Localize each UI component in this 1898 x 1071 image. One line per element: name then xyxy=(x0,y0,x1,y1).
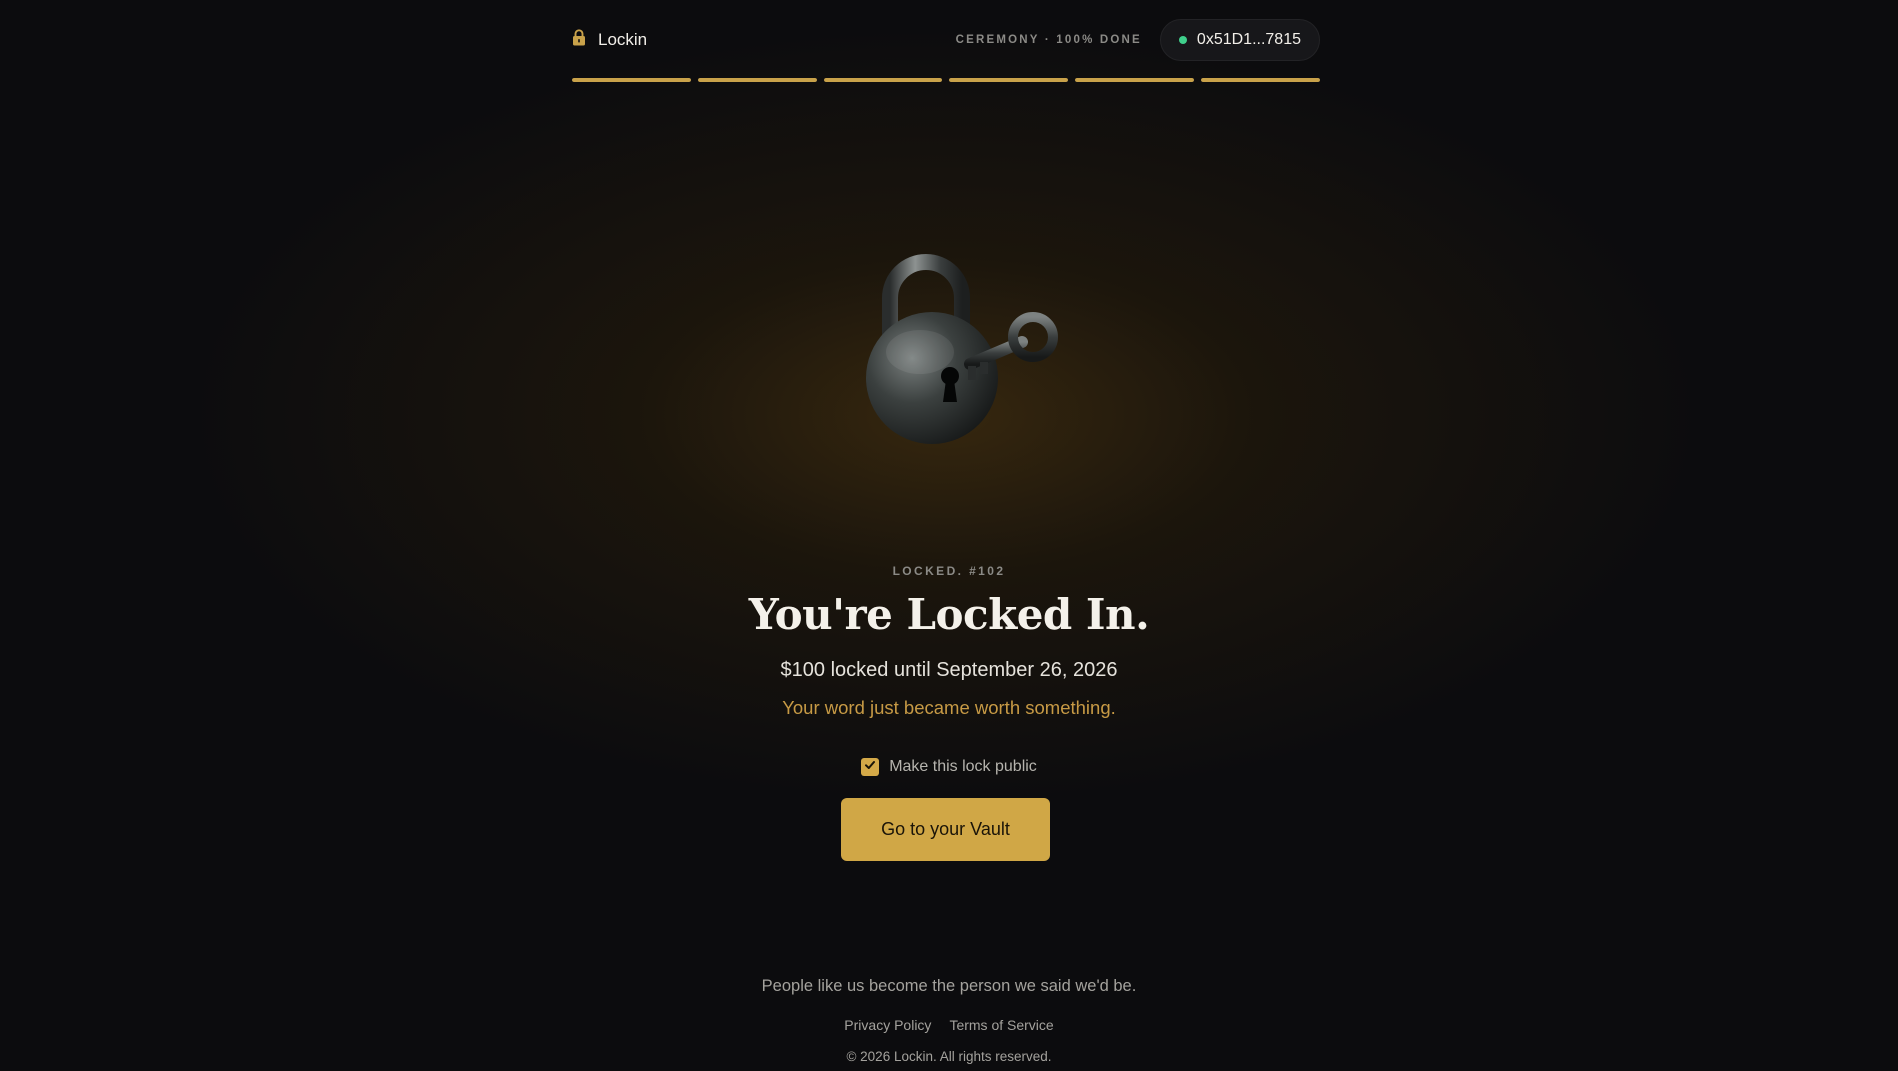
wallet-address: 0x51D1...7815 xyxy=(1196,31,1301,48)
progress-step xyxy=(1075,78,1195,82)
progress-step xyxy=(697,78,817,82)
public-lock-checkbox[interactable] xyxy=(861,758,880,776)
progress-step-fill xyxy=(697,78,817,82)
progress-step xyxy=(949,78,1069,82)
progress-step-fill xyxy=(1075,78,1195,82)
padlock-with-key-icon xyxy=(850,240,1060,450)
padlock-icon xyxy=(572,29,586,51)
go-to-vault-button[interactable]: Go to your Vault xyxy=(841,798,1050,861)
header-right: CEREMONY · 100% DONE 0x51D1...7815 xyxy=(956,19,1320,61)
brand-link[interactable]: Lockin xyxy=(572,29,647,51)
ceremony-status: CEREMONY · 100% DONE xyxy=(955,34,1142,46)
lock-id-eyebrow: LOCKED. #102 xyxy=(892,564,1006,578)
progress-step xyxy=(1201,78,1320,82)
public-lock-label: Make this lock public xyxy=(889,758,1037,775)
progress-step-fill xyxy=(1201,78,1320,82)
public-lock-toggle[interactable]: Make this lock public xyxy=(0,758,1898,776)
brand-name: Lockin xyxy=(598,30,648,49)
lock-summary: $100 locked until September 26, 2026 xyxy=(780,659,1118,681)
progress-step xyxy=(572,78,691,82)
copyright: © 2026 Lockin. All rights reserved. xyxy=(846,1049,1052,1064)
tagline: Your word just became worth something. xyxy=(782,697,1116,718)
privacy-policy-link[interactable]: Privacy Policy xyxy=(844,1017,931,1033)
footer-quote: People like us become the person we said… xyxy=(761,977,1137,995)
wallet-button[interactable]: 0x51D1...7815 xyxy=(1159,19,1320,61)
page-title: You're Locked In. xyxy=(748,590,1150,639)
progress-step-fill xyxy=(823,78,943,82)
progress-step xyxy=(823,78,943,82)
background-glow xyxy=(0,0,1898,1071)
footer-links: Privacy Policy Terms of Service xyxy=(0,1017,1898,1033)
progress-step-fill xyxy=(572,78,691,82)
terms-of-service-link[interactable]: Terms of Service xyxy=(949,1017,1053,1033)
ceremony-progress-bar xyxy=(572,78,1320,83)
checkmark-icon xyxy=(864,758,876,776)
connected-dot-icon xyxy=(1178,36,1187,44)
progress-step-fill xyxy=(949,78,1069,82)
top-bar: Lockin CEREMONY · 100% DONE 0x51D1...781… xyxy=(572,19,1320,61)
